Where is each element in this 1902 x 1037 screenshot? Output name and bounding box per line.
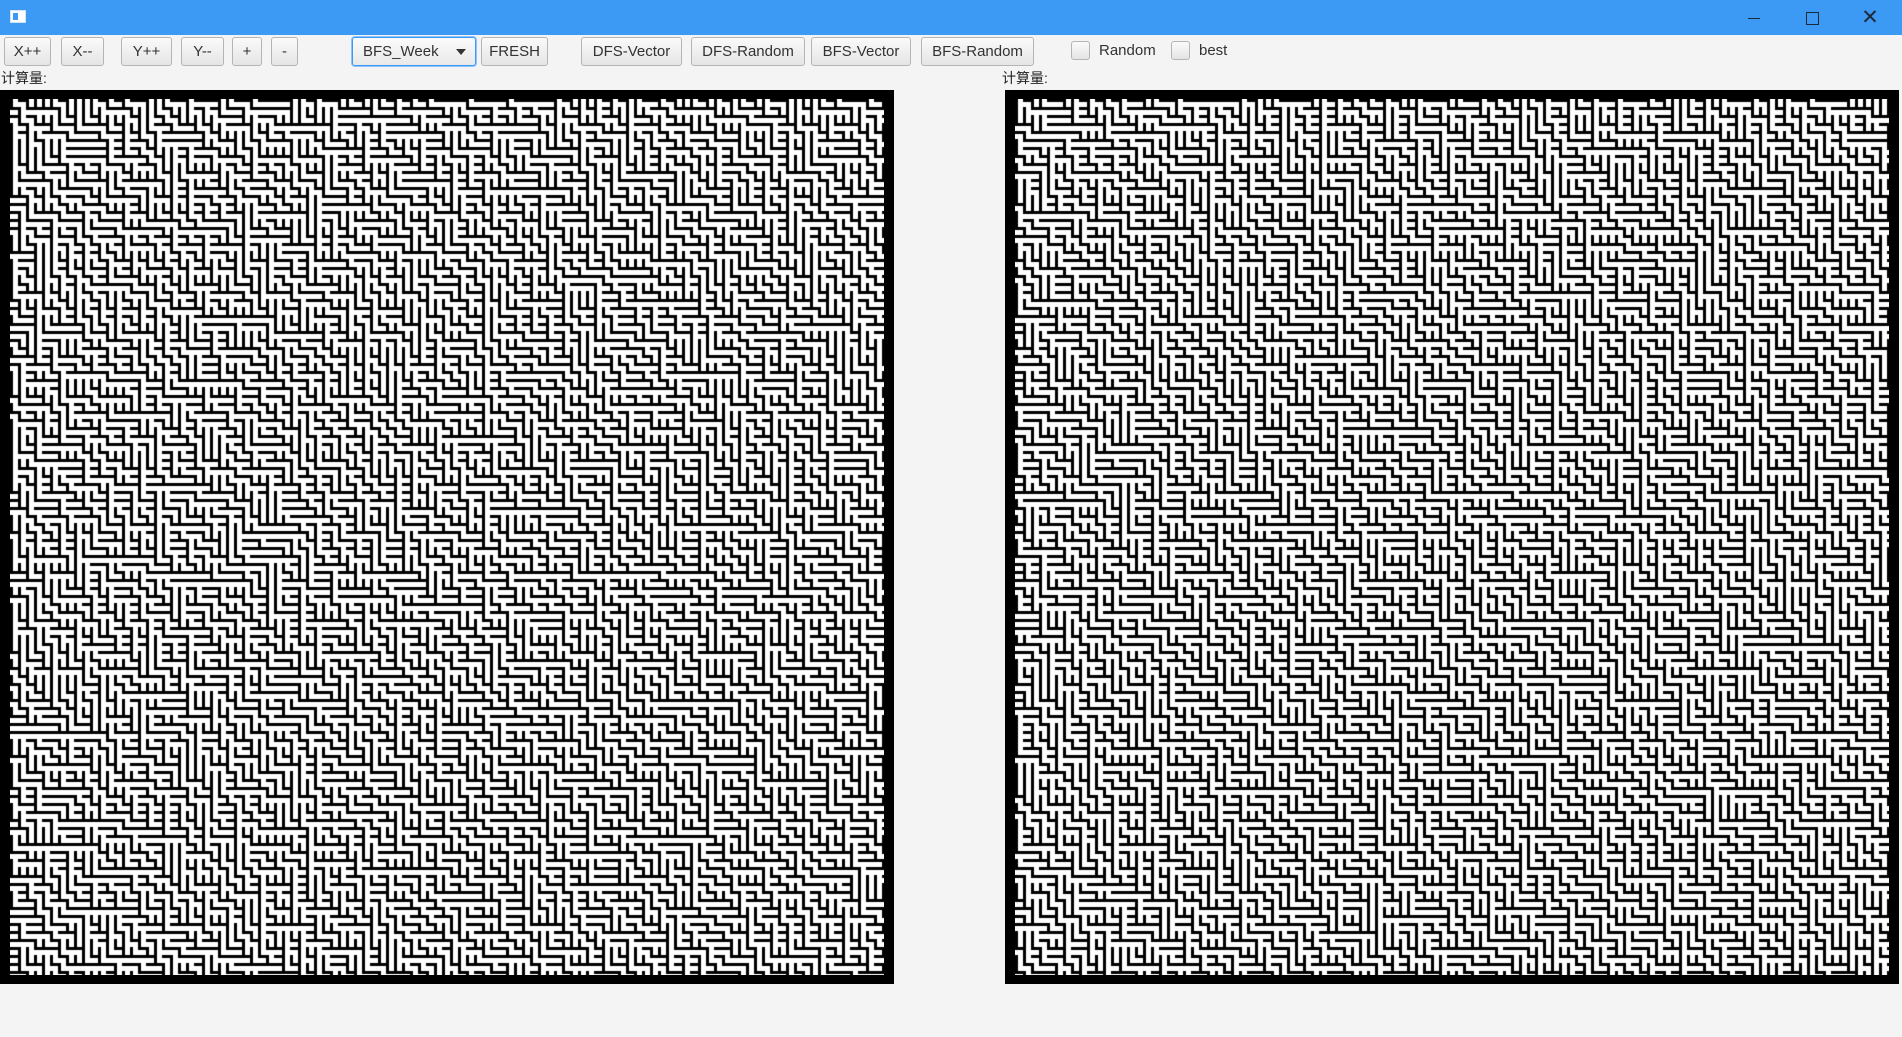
best-checkbox-label: best	[1199, 42, 1228, 59]
y-decrement-button[interactable]: Y--	[181, 37, 224, 66]
minimize-icon	[1748, 17, 1760, 19]
close-icon: ✕	[1861, 6, 1879, 29]
x-decrement-button[interactable]: X--	[61, 37, 104, 66]
chevron-down-icon	[456, 49, 466, 55]
left-maze-canvas	[10, 99, 884, 975]
zoom-out-button[interactable]: -	[271, 37, 298, 66]
random-checkbox-label: Random	[1099, 42, 1156, 59]
window-icon	[10, 10, 26, 23]
left-maze	[0, 90, 894, 984]
bfs-vector-button[interactable]: BFS-Vector	[811, 37, 911, 66]
maximize-button[interactable]	[1783, 0, 1841, 35]
right-calc-label: 计算量:	[1002, 70, 1048, 86]
zoom-in-button[interactable]: +	[232, 37, 262, 66]
bfs-random-button[interactable]: BFS-Random	[921, 37, 1034, 66]
title-bar: ✕	[0, 0, 1902, 35]
right-maze	[1005, 90, 1899, 984]
dfs-vector-button[interactable]: DFS-Vector	[581, 37, 682, 66]
random-checkbox-box[interactable]	[1071, 41, 1090, 60]
y-increment-button[interactable]: Y++	[121, 37, 172, 66]
algorithm-select-value: BFS_Week	[363, 43, 439, 60]
x-increment-button[interactable]: X++	[4, 37, 51, 66]
maximize-icon	[1805, 11, 1819, 25]
best-checkbox-box[interactable]	[1171, 41, 1190, 60]
toolbar: X++ X-- Y++ Y-- + - BFS_Week FRESH DFS-V…	[0, 36, 1902, 68]
left-calc-label: 计算量:	[1, 70, 47, 86]
dfs-random-button[interactable]: DFS-Random	[691, 37, 805, 66]
fresh-button[interactable]: FRESH	[481, 37, 548, 66]
minimize-button[interactable]	[1725, 0, 1783, 35]
close-button[interactable]: ✕	[1841, 0, 1899, 35]
right-maze-canvas	[1015, 99, 1889, 975]
algorithm-select[interactable]: BFS_Week	[352, 37, 476, 66]
